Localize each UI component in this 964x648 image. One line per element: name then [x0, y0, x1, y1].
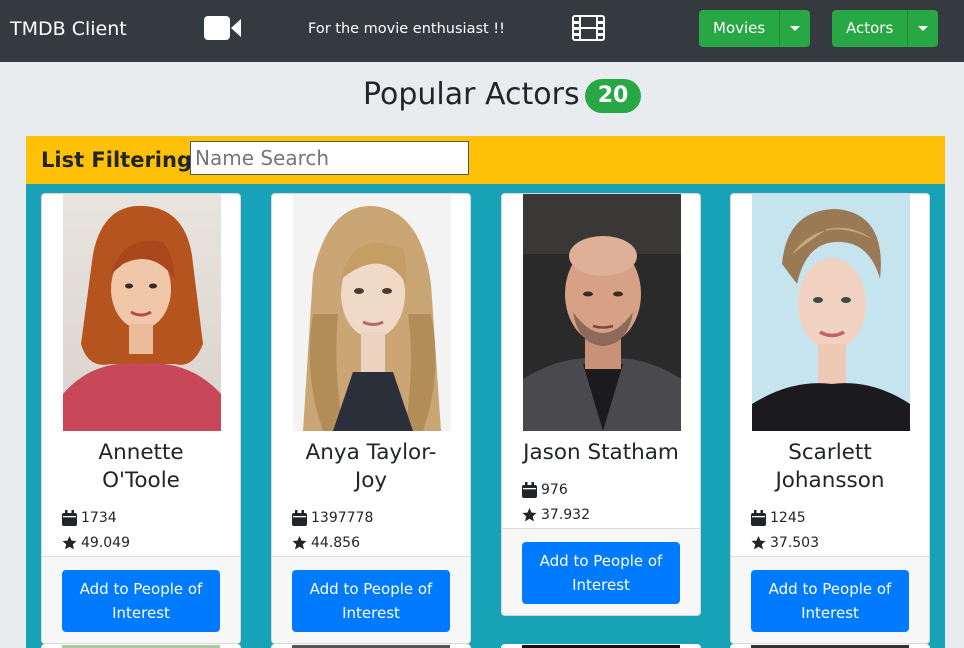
actor-card-partial — [271, 644, 471, 648]
actor-card-partial — [501, 644, 701, 648]
button-label-line-1: Add to People of — [79, 580, 203, 598]
actors-dropdown: Actors — [832, 10, 939, 47]
popularity-value: 37.932 — [541, 507, 590, 523]
calendar-icon — [292, 510, 307, 526]
actor-name-line-2: O'Toole — [102, 468, 180, 493]
button-label-line-2: Interest — [572, 576, 630, 594]
actors-dropdown-toggle[interactable] — [908, 10, 939, 47]
top-navbar: TMDB Client For the movie enthusiast !! … — [0, 0, 964, 62]
star-icon — [522, 507, 537, 522]
add-to-people-of-interest-button[interactable]: Add to People of Interest — [292, 570, 450, 632]
known-for-stat: 1734 — [62, 509, 117, 527]
actor-name-line-2: Johansson — [775, 468, 885, 493]
movies-dropdown-toggle[interactable] — [780, 10, 811, 47]
known-for-stat: 1245 — [751, 509, 806, 527]
popularity-stat: 49.049 — [62, 534, 130, 552]
known-for-count: 976 — [541, 482, 568, 498]
card-footer: Add to People of Interest — [272, 556, 470, 643]
star-icon — [62, 535, 77, 550]
known-for-count: 1734 — [81, 510, 117, 526]
card-footer: Add to People of Interest — [502, 528, 700, 615]
add-to-people-of-interest-button[interactable]: Add to People of Interest — [522, 542, 680, 604]
card-footer: Add to People of Interest — [731, 556, 929, 643]
actor-card-partial — [730, 644, 930, 648]
name-search-input[interactable] — [190, 141, 469, 175]
star-icon — [292, 535, 307, 550]
actor-card: Anya Taylor- Joy 1397778 44.856 Add to P… — [271, 193, 471, 644]
button-label-line-2: Interest — [112, 604, 170, 622]
actor-photo[interactable] — [63, 194, 221, 431]
actor-card: Annette O'Toole 1734 49.049 Add to Peopl… — [41, 193, 241, 644]
actors-button[interactable]: Actors — [832, 10, 909, 47]
known-for-stat: 976 — [522, 481, 568, 499]
known-for-count: 1245 — [770, 510, 806, 526]
known-for-stat: 1397778 — [292, 509, 373, 527]
calendar-icon — [62, 510, 77, 526]
popularity-value: 49.049 — [81, 535, 130, 551]
filter-label: List Filtering: — [41, 148, 201, 172]
actor-name: Anya Taylor- — [305, 440, 437, 465]
actor-name-line-2: Joy — [354, 468, 388, 493]
actor-photo[interactable] — [752, 194, 910, 431]
movies-dropdown: Movies — [699, 10, 811, 47]
actor-card-partial — [41, 644, 241, 648]
popularity-stat: 37.503 — [751, 534, 819, 552]
popularity-stat: 44.856 — [292, 534, 360, 552]
popularity-value: 44.856 — [311, 535, 360, 551]
card-footer: Add to People of Interest — [42, 556, 240, 643]
button-label-line-1: Add to People of — [539, 552, 663, 570]
button-label-line-1: Add to People of — [768, 580, 892, 598]
actor-count-badge: 20 — [585, 79, 641, 113]
button-label-line-2: Interest — [342, 604, 400, 622]
star-icon — [751, 535, 766, 550]
add-to-people-of-interest-button[interactable]: Add to People of Interest — [751, 570, 909, 632]
video-camera-icon — [204, 16, 241, 40]
known-for-count: 1397778 — [311, 510, 374, 526]
calendar-icon — [751, 510, 766, 526]
actor-name: Annette — [98, 440, 184, 465]
actor-card: Scarlett Johansson 1245 37.503 Add to Pe… — [730, 193, 930, 644]
page-title: Popular Actors — [363, 77, 580, 112]
actor-photo[interactable] — [293, 194, 451, 431]
movies-button[interactable]: Movies — [699, 10, 781, 47]
brand-title[interactable]: TMDB Client — [10, 17, 127, 41]
button-label-line-2: Interest — [801, 604, 859, 622]
button-label-line-1: Add to People of — [309, 580, 433, 598]
film-icon — [572, 15, 605, 41]
calendar-icon — [522, 482, 537, 498]
add-to-people-of-interest-button[interactable]: Add to People of Interest — [62, 570, 220, 632]
navbar-tagline: For the movie enthusiast !! — [308, 21, 505, 37]
popularity-value: 37.503 — [770, 535, 819, 551]
actor-name: Jason Statham — [523, 440, 679, 465]
actor-photo[interactable] — [523, 194, 681, 431]
actor-card: Jason Statham 976 37.932 Add to People o… — [501, 193, 701, 616]
popularity-stat: 37.932 — [522, 506, 590, 524]
actor-name: Scarlett — [788, 440, 872, 465]
filter-bar: List Filtering: — [26, 136, 945, 184]
